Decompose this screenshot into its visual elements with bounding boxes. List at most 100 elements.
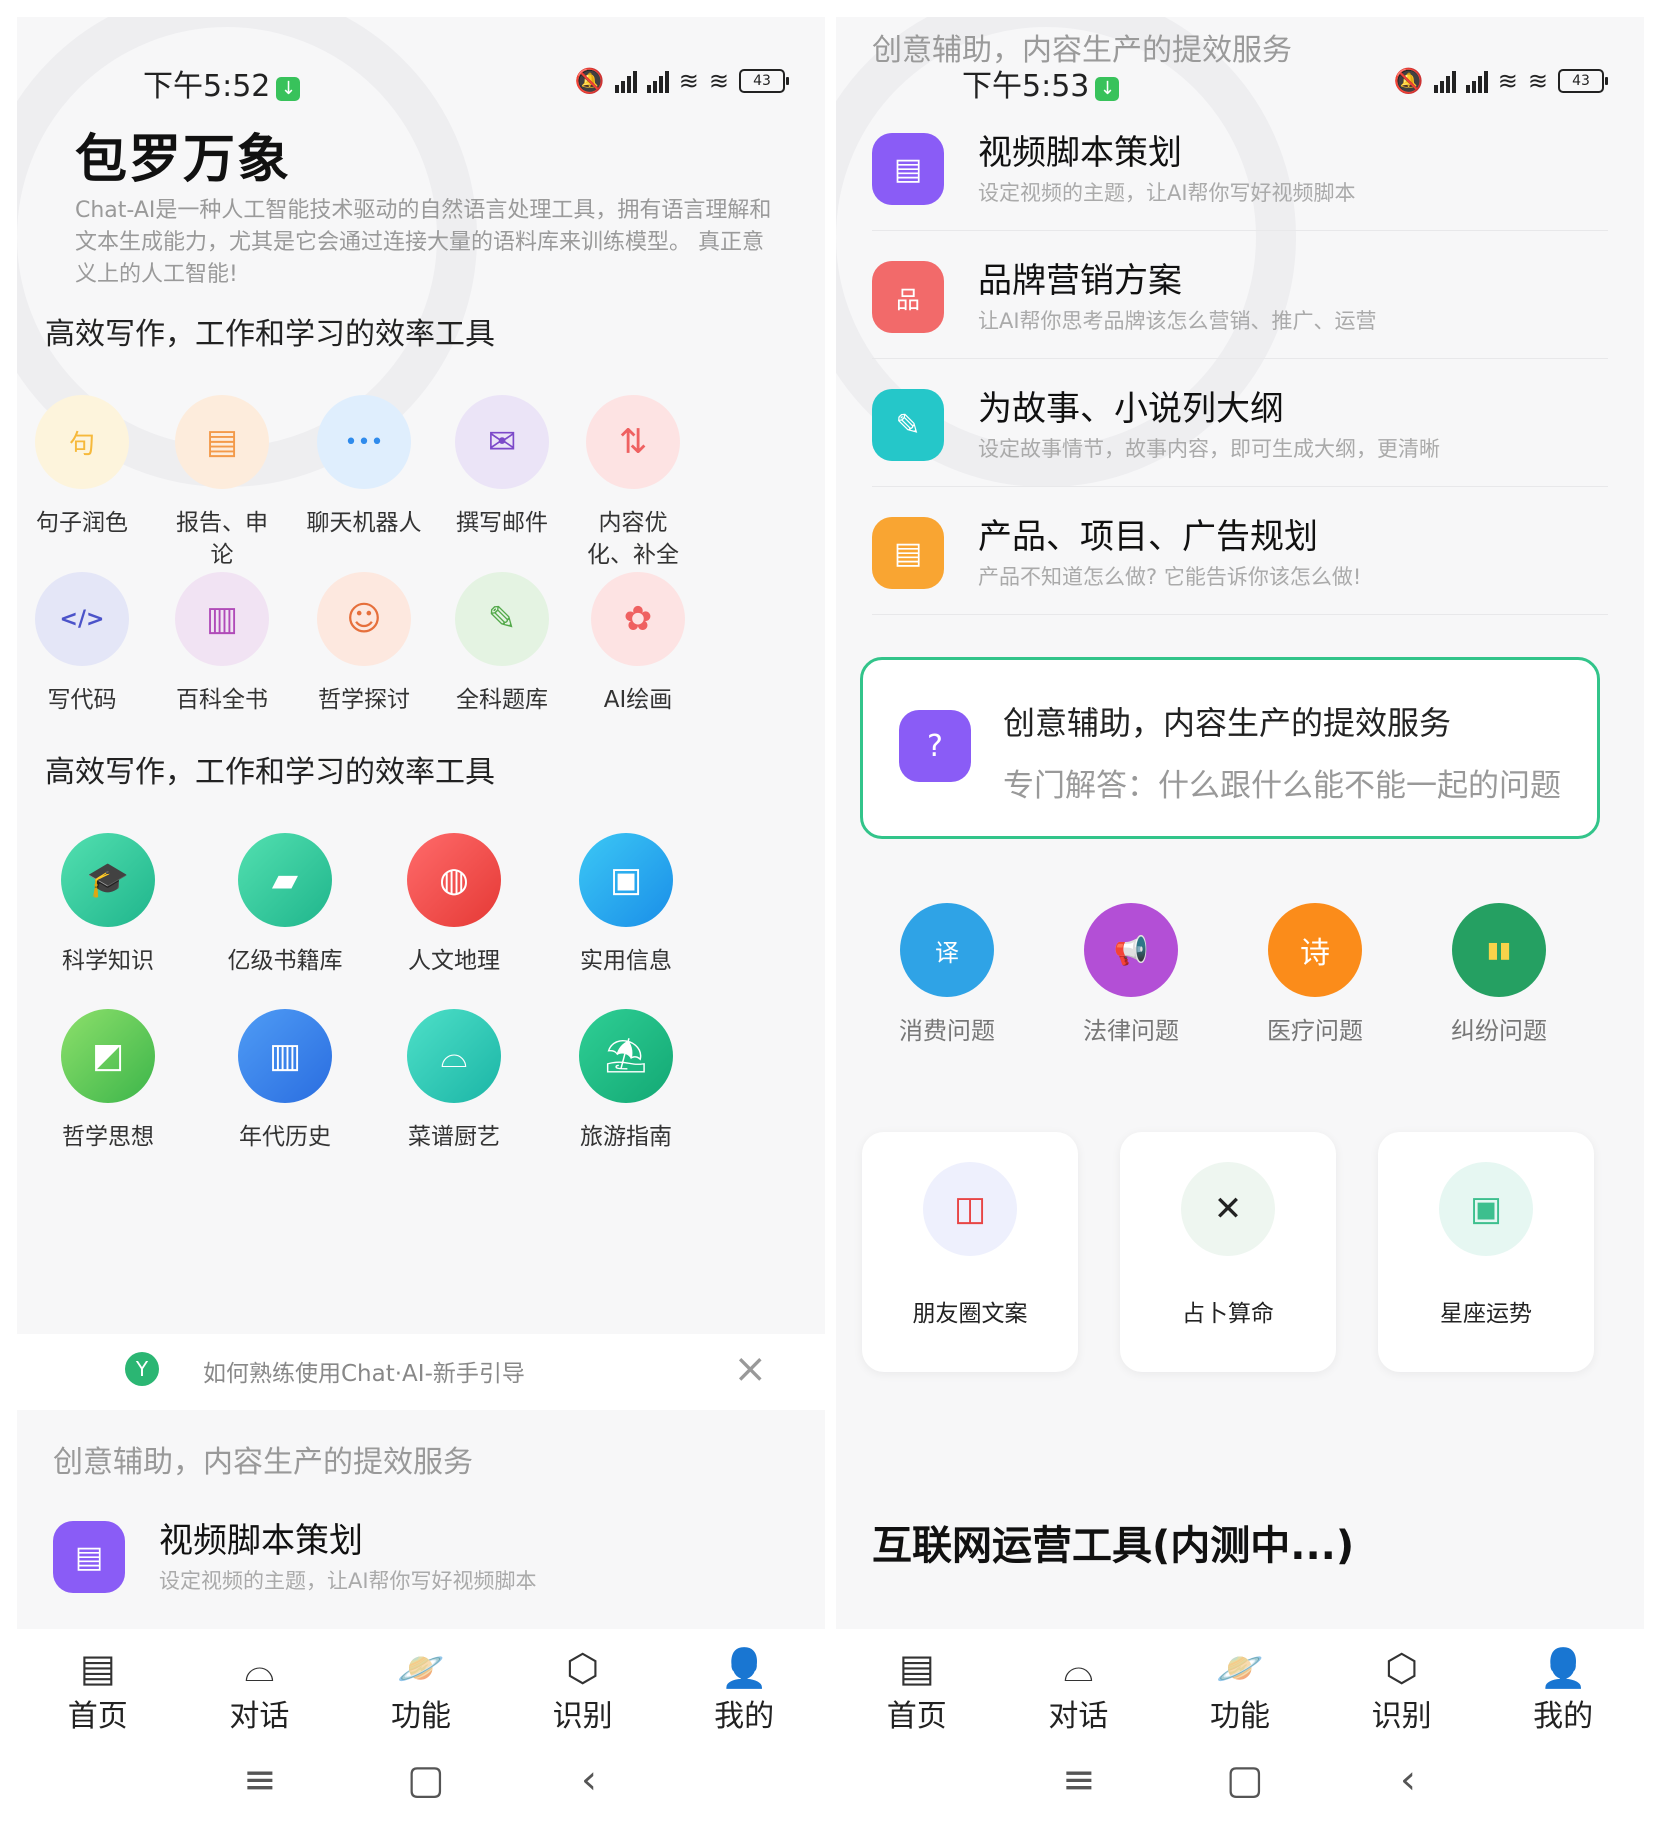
chat-icon: ⌓: [244, 1646, 275, 1690]
tool-travel[interactable]: ⛱ 旅游指南: [561, 1009, 691, 1153]
tab-features[interactable]: 🪐 功能: [340, 1629, 502, 1734]
signal-icon-right: [1433, 69, 1456, 93]
brand-icon: 品: [872, 261, 944, 333]
signal-icon: [614, 69, 637, 93]
tab-mine[interactable]: 👤 我的: [663, 1629, 825, 1734]
mute-icon: 🔕: [574, 67, 605, 95]
home-square-icon[interactable]: ▢: [407, 1757, 445, 1803]
card-fortune[interactable]: ✕ 占卜算命: [1120, 1132, 1336, 1372]
chat-icon: ⌓: [1063, 1646, 1094, 1690]
section-title-knowledge: 高效写作，工作和学习的效率工具: [45, 755, 495, 790]
battery-icon: 43: [739, 69, 789, 93]
document-icon: ✎: [455, 572, 549, 666]
tool-book-library[interactable]: ▰ 亿级书籍库: [215, 833, 355, 977]
palm-tree-icon: ⛱: [579, 1009, 673, 1103]
divination-icon: ✕: [1181, 1162, 1275, 1256]
tool-recipes[interactable]: ⌓ 菜谱厨艺: [389, 1009, 519, 1153]
history-icon: ▥: [238, 1009, 332, 1103]
issue-dispute[interactable]: ▮▮ 纠纷问题: [1434, 903, 1564, 1047]
hero-description: Chat-AI是一种人工智能技术驱动的自然语言处理工具，拥有语言理解和文本生成能…: [75, 198, 772, 287]
wifi-icon-2: ≋: [708, 67, 729, 95]
tool-chatbot[interactable]: ••• 聊天机器人: [299, 395, 429, 539]
card-horoscope[interactable]: ▣ 星座运势: [1378, 1132, 1594, 1372]
tool-report[interactable]: ▤ 报告、申论: [167, 395, 277, 571]
download-icon-right: ↓: [1095, 77, 1120, 101]
card-moments-copy[interactable]: ◫ 朋友圈文案: [862, 1132, 1078, 1372]
download-icon: ↓: [276, 77, 301, 101]
home-square-icon[interactable]: ▢: [1226, 1757, 1264, 1803]
megaphone-icon: 📢: [1084, 903, 1178, 997]
ask-card[interactable]: ? 创意辅助，内容生产的提效服务 专门解答：什么跟什么能不能一起的问题: [860, 657, 1600, 839]
tool-practical-info[interactable]: ▣ 实用信息: [561, 833, 691, 977]
tab-features[interactable]: 🪐 功能: [1159, 1629, 1321, 1734]
tab-chat[interactable]: ⌓ 对话: [998, 1629, 1160, 1734]
tool-sentence-polish[interactable]: 句 句子润色: [27, 395, 137, 539]
system-nav-bar-right: ≡ ▢ ‹: [836, 1729, 1644, 1842]
newbie-guide-banner[interactable]: Y 如何熟练使用Chat·AI-新手引导 ×: [17, 1334, 825, 1410]
scan-icon: ⬡: [1384, 1646, 1419, 1690]
translate-icon: 译: [900, 903, 994, 997]
issue-legal[interactable]: 📢 法律问题: [1066, 903, 1196, 1047]
tool-philosophy[interactable]: ☺ 哲学探讨: [309, 572, 419, 716]
tool-email[interactable]: ✉ 撰写邮件: [447, 395, 557, 539]
close-icon[interactable]: ×: [733, 1344, 767, 1394]
back-icon[interactable]: ‹: [1400, 1757, 1416, 1803]
wifi-icon-right-2: ≋: [1527, 67, 1548, 95]
plan-video-script[interactable]: ▤ 视频脚本策划 设定视频的主题，让AI帮你写好视频脚本: [53, 1501, 789, 1619]
tab-chat[interactable]: ⌓ 对话: [179, 1629, 341, 1734]
system-nav-bar: ≡ ▢ ‹: [17, 1729, 825, 1842]
status-bar-right: 下午5:53 ↓ 🔕 ≋ ≋ 43: [836, 57, 1644, 107]
globe-icon: ◍: [407, 833, 501, 927]
plan-product-ad[interactable]: ▤ 产品、项目、广告规划 产品不知道怎么做? 它能告诉你该怎么做!: [872, 497, 1608, 615]
tool-science[interactable]: 🎓 科学知识: [43, 833, 173, 977]
tab-recognize[interactable]: ⬡ 识别: [502, 1629, 664, 1734]
plan-brand-marketing[interactable]: 品 品牌营销方案 让AI帮你思考品牌该怎么营销、推广、运营: [872, 241, 1608, 359]
user-icon: 👤: [720, 1646, 768, 1690]
optimize-icon: ⇅: [586, 395, 680, 489]
signal-icon-right-2: [1465, 69, 1488, 93]
creative-section-title: 创意辅助，内容生产的提效服务: [53, 1445, 473, 1480]
status-time: 下午5:52: [143, 69, 271, 104]
plan-video-script-right[interactable]: ▤ 视频脚本策划 设定视频的主题，让AI帮你写好视频脚本: [872, 113, 1608, 231]
tool-code[interactable]: </> 写代码: [27, 572, 137, 716]
home-icon: ▤: [79, 1646, 116, 1690]
wifi-icon-right: ≋: [1497, 67, 1518, 95]
tool-history[interactable]: ▥ 年代历史: [215, 1009, 355, 1153]
tool-philosophy-thought[interactable]: ◩ 哲学思想: [43, 1009, 173, 1153]
report-icon: ▤: [175, 395, 269, 489]
tool-question-bank[interactable]: ✎ 全科题库: [447, 572, 557, 716]
scan-icon: ⬡: [565, 1646, 600, 1690]
right-screen: 创意辅助，内容生产的提效服务 下午5:53 ↓ 🔕 ≋ ≋ 43 ▤ 视频脚本策划…: [836, 17, 1644, 1842]
note-icon: ▣: [579, 833, 673, 927]
menu-icon[interactable]: ≡: [1062, 1757, 1096, 1803]
mail-icon: ✉: [455, 395, 549, 489]
menu-icon[interactable]: ≡: [243, 1757, 277, 1803]
battery-icon-right: 43: [1558, 69, 1608, 93]
sprout-icon: Y: [125, 1352, 159, 1386]
signal-icon-2: [646, 69, 669, 93]
tab-home[interactable]: ▤ 首页: [836, 1629, 998, 1734]
script-icon: ▤: [872, 133, 944, 205]
script-icon: ▤: [53, 1521, 125, 1593]
bottom-tab-bar-right: ▤ 首页 ⌓ 对话 🪐 功能 ⬡ 识别 👤 我的: [836, 1629, 1644, 1734]
issue-medical[interactable]: 诗 医疗问题: [1250, 903, 1380, 1047]
planet-icon: 🪐: [1216, 1646, 1264, 1690]
tool-encyclopedia[interactable]: ▥ 百科全书: [167, 572, 277, 716]
tool-content-optimize[interactable]: ⇅ 内容优化、补全: [573, 395, 693, 571]
file-icon: ▤: [872, 517, 944, 589]
user-icon: 👤: [1539, 1646, 1587, 1690]
tool-geography[interactable]: ◍ 人文地理: [389, 833, 519, 977]
tool-ai-painting[interactable]: ✿ AI绘画: [583, 572, 693, 716]
back-icon[interactable]: ‹: [581, 1757, 597, 1803]
status-bar: 下午5:52 ↓ 🔕 ≋ ≋ 43: [17, 57, 825, 107]
tab-mine[interactable]: 👤 我的: [1482, 1629, 1644, 1734]
issue-consumer[interactable]: 译 消费问题: [882, 903, 1012, 1047]
tab-recognize[interactable]: ⬡ 识别: [1321, 1629, 1483, 1734]
head-icon: ☺: [317, 572, 411, 666]
status-time-right: 下午5:53: [962, 69, 1090, 104]
chat-bubble-icon: •••: [317, 395, 411, 489]
bottom-tab-bar: ▤ 首页 ⌓ 对话 🪐 功能 ⬡ 识别 👤 我的: [17, 1629, 825, 1734]
plan-story-outline[interactable]: ✎ 为故事、小说列大纲 设定故事情节，故事内容，即可生成大纲，更清晰: [872, 369, 1608, 487]
tab-home[interactable]: ▤ 首页: [17, 1629, 179, 1734]
planet-icon: 🪐: [397, 1646, 445, 1690]
